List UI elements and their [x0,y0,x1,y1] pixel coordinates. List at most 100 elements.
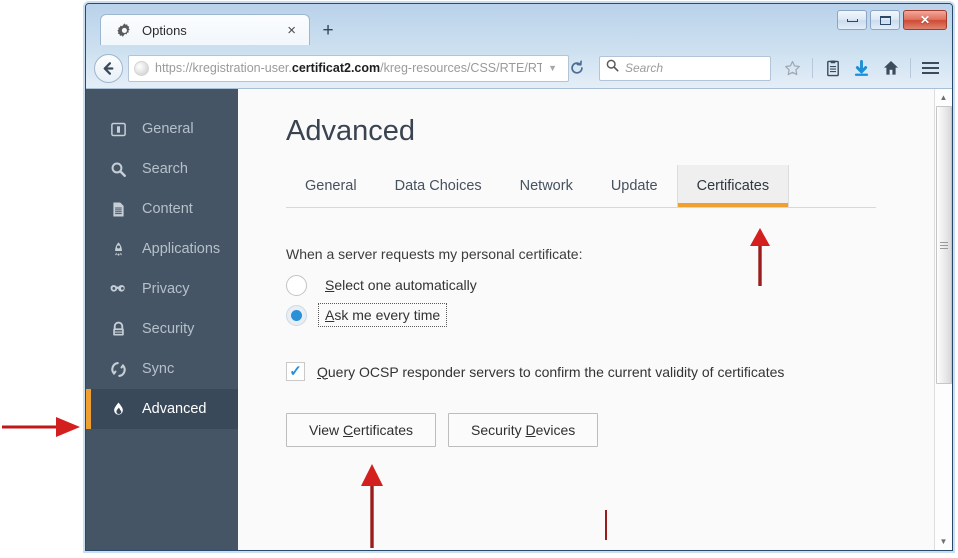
tab-data-choices[interactable]: Data Choices [376,165,501,207]
window-controls: ✕ [837,10,947,30]
sidebar-item-label: Search [142,161,188,177]
back-arrow-icon [103,61,114,75]
close-icon: ✕ [919,13,931,27]
accesskey-char: S [325,277,335,293]
sidebar-item-label: Privacy [142,281,190,297]
sidebar-item-content[interactable]: Content [86,189,238,229]
radio-ask-me-every-time[interactable] [286,304,307,326]
options-pane: Advanced General Data Choices Network Up… [238,89,952,550]
downloads-icon[interactable] [848,55,875,82]
sync-icon [108,361,128,378]
url-subdomain: kregistration-user. [192,61,292,75]
checkbox-query-ocsp[interactable]: ✓ [286,362,305,381]
arrow-to-certificates-tab [750,228,770,286]
checkbox-row-ocsp[interactable]: ✓ Query OCSP responder servers to confir… [286,362,952,381]
sidebar-item-label: Applications [142,241,221,257]
minimize-icon [846,18,858,22]
btn-post: evices [535,422,576,438]
gear-icon [117,22,132,38]
menu-hamburger-icon[interactable] [917,55,944,82]
radio-row-ask-every-time[interactable]: Ask me every time [286,303,952,327]
sidebar-item-label: Advanced [142,401,207,417]
maximize-icon [879,15,891,25]
search-placeholder: Search [625,61,664,75]
tab-network[interactable]: Network [501,165,592,207]
sidebar-item-sync[interactable]: Sync [86,349,238,389]
url-scheme: https:// [155,61,193,75]
pane-tabs: General Data Choices Network Update Cert… [286,165,876,208]
radio-label-ask-me-every-time[interactable]: Ask me every time [317,303,448,327]
label-rest: elect one automatically [334,277,477,293]
accesskey-char: Q [317,363,328,380]
sidebar-item-label: Content [142,201,193,217]
certificate-buttons: View Certificates Security Devices [286,413,952,447]
search-input[interactable]: Search [599,55,771,81]
btn-post: ertificates [353,422,414,438]
maximize-button[interactable] [870,10,900,30]
address-bar[interactable]: https://kregistration-user.certificat2.c… [128,54,569,82]
search-icon [108,161,128,178]
back-button[interactable] [94,53,123,83]
minimize-button[interactable] [837,10,867,30]
navigation-toolbar: https://kregistration-user.certificat2.c… [86,48,952,88]
home-icon[interactable] [877,55,904,82]
content-icon [108,201,128,218]
advanced-icon [108,401,128,418]
site-identity-icon[interactable] [134,60,149,76]
vertical-scrollbar[interactable]: ▲ ▼ [934,89,952,550]
label-rest: uery OCSP responder servers to confirm t… [327,363,785,380]
sidebar-item-search[interactable]: Search [86,149,238,189]
options-sidebar: General Search Content Applications Priv… [86,89,238,550]
radio-select-one-automatically[interactable] [286,274,307,296]
radio-dot [291,309,302,321]
page-title: Advanced [286,115,415,147]
url-path: /kreg-resources/CSS/RTE/RTE/Cer [380,61,542,75]
check-icon: ✓ [289,363,302,380]
sidebar-item-privacy[interactable]: Privacy [86,269,238,309]
certificate-request-label: When a server requests my personal certi… [286,246,583,262]
library-icon[interactable] [819,55,846,82]
tab-certificates[interactable]: Certificates [676,165,790,207]
sidebar-item-advanced[interactable]: Advanced [86,389,238,429]
accesskey-char: C [342,422,354,438]
reload-icon[interactable] [569,60,585,76]
url-domain: certificat2.com [291,61,381,75]
toolbar-divider-2 [910,58,911,78]
sidebar-item-label: General [142,121,194,137]
sidebar-item-applications[interactable]: Applications [86,229,238,269]
browser-chrome: ✕ Options × + https://kregistration-user… [86,4,952,88]
sidebar-item-security[interactable]: Security [86,309,238,349]
bookmark-star-icon[interactable] [779,55,806,82]
sidebar-item-label: Sync [142,361,175,377]
tab-close-icon[interactable]: × [282,23,301,38]
tab-general[interactable]: General [286,165,376,207]
browser-tab-options[interactable]: Options × [100,14,310,45]
scrollbar-grip-icon [939,241,948,249]
scroll-up-arrow-icon[interactable]: ▲ [934,89,952,106]
annotation-tick-mark [605,510,607,540]
arrow-to-view-certificates-button [361,464,383,548]
radio-row-select-automatically[interactable]: Select one automatically [286,274,952,296]
checkbox-label-query-ocsp[interactable]: Query OCSP responder servers to confirm … [317,364,784,380]
btn-pre: View [309,422,343,438]
scroll-down-arrow-icon[interactable]: ▼ [934,533,952,550]
sidebar-item-general[interactable]: General [86,109,238,149]
radio-label-select-one-automatically[interactable]: Select one automatically [319,274,483,296]
sidebar-item-label: Security [142,321,195,337]
close-button[interactable]: ✕ [903,10,947,30]
scrollbar-track[interactable] [935,106,953,533]
view-certificates-button[interactable]: View Certificates [286,413,437,447]
tab-update[interactable]: Update [592,165,677,207]
tab-title: Options [142,22,187,38]
scrollbar-thumb[interactable] [935,106,952,384]
toolbar-icons [779,55,944,82]
security-lock-icon [108,321,128,338]
general-icon [108,121,128,138]
search-icon [606,59,619,77]
chevron-down-icon[interactable]: ▼ [548,63,557,73]
security-devices-button[interactable]: Security Devices [448,413,599,447]
new-tab-button[interactable]: + [311,17,345,45]
options-page: General Search Content Applications Priv… [86,88,952,550]
hamburger-lines [922,62,939,74]
toolbar-divider [812,58,813,78]
